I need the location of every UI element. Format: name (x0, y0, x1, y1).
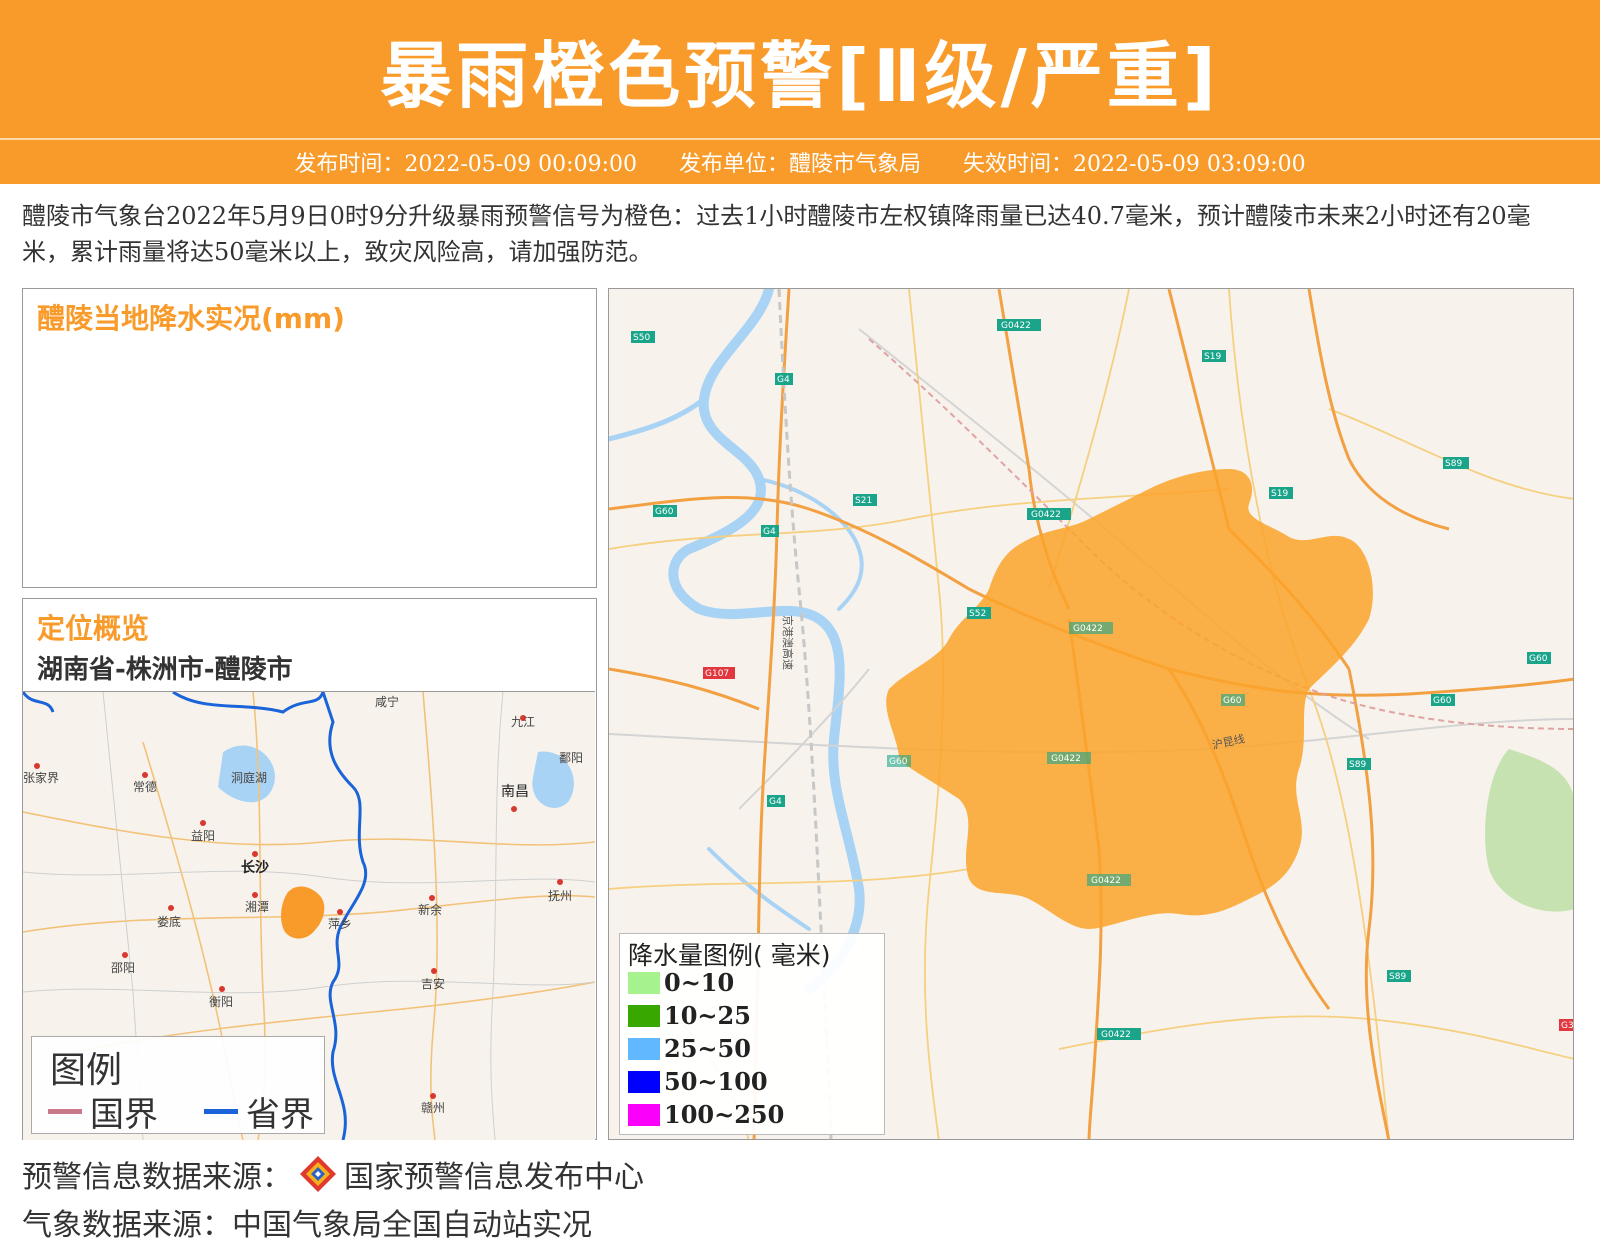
legend-item: 100~250 (628, 1100, 784, 1129)
precipitation-legend: 降水量图例( 毫米) 0~10 10~25 25~50 50~100 100~2… (619, 933, 885, 1135)
overview-map[interactable]: 咸宁 九江 张家界 常德 洞庭湖 鄱阳 南昌 益阳 长沙 湘潭 娄底 萍乡 新余… (23, 691, 595, 1140)
location-panel-title: 定位概览 (37, 612, 150, 645)
legend-swatch (628, 1070, 660, 1093)
publish-time: 发布时间：2022-05-09 00:09:00 (294, 152, 637, 177)
svg-text:G4: G4 (769, 797, 782, 807)
svg-text:S50: S50 (633, 333, 650, 343)
expire-time: 失效时间：2022-05-09 03:09:00 (963, 152, 1306, 177)
svg-text:S19: S19 (1204, 352, 1221, 362)
city-label: 衡阳 (209, 995, 233, 1009)
legend-item-province-border: 省界 (204, 1087, 314, 1136)
legend-title: 图例 (50, 1050, 123, 1091)
city-label: 鄱阳 (559, 751, 583, 765)
city-label: 新余 (418, 902, 442, 917)
warning-banner: 暴雨橙色预警[Ⅱ级/严重] (0, 0, 1600, 138)
rain-panel: 醴陵当地降水实况(mm) (22, 288, 597, 588)
city-label: 九江 (511, 715, 535, 729)
city-label: 邵阳 (111, 961, 135, 975)
svg-text:G0422: G0422 (1073, 624, 1103, 634)
precipitation-legend-title: 降水量图例( 毫米) (628, 941, 831, 970)
svg-text:G60: G60 (1223, 696, 1242, 706)
warning-meta-bar: 发布时间：2022-05-09 00:09:00 发布单位：醴陵市气象局 失效时… (0, 138, 1600, 184)
location-path: 湖南省-株洲市-醴陵市 (37, 655, 293, 685)
warning-source-label: 预警信息数据来源： (22, 1160, 292, 1195)
main-map[interactable]: S50 G0422 S19 G4 S89 G60 S21 G0422 S19 G… (608, 288, 1574, 1140)
svg-text:S21: S21 (855, 496, 872, 506)
svg-text:G0422: G0422 (1091, 876, 1121, 886)
legend-swatch (628, 1004, 660, 1027)
location-panel: 定位概览 湖南省-株洲市-醴陵市 咸宁 九江 张家界 常德 洞庭湖 鄱阳 南昌 … (22, 598, 597, 1140)
legend-swatch (628, 1037, 660, 1060)
city-label: 益阳 (191, 829, 215, 843)
svg-text:G4: G4 (777, 375, 790, 385)
overview-map-legend: 图例 国界 省界 (31, 1036, 325, 1136)
svg-text:G60: G60 (655, 507, 674, 517)
city-label: 吉安 (421, 976, 445, 991)
warning-source: 预警信息数据来源： 国家预警信息发布中心 (22, 1152, 644, 1196)
svg-text:G60: G60 (1433, 696, 1452, 706)
rail-label: 京港澳高速 (781, 615, 795, 670)
svg-text:G3: G3 (1561, 1021, 1574, 1031)
city-label: 洞庭湖 (231, 770, 267, 785)
city-label: 咸宁 (375, 694, 399, 709)
svg-text:G0422: G0422 (1001, 321, 1031, 331)
warning-center-logo-icon (300, 1156, 336, 1192)
svg-text:G4: G4 (763, 527, 776, 537)
city-label: 常德 (133, 779, 157, 794)
city-label: 抚州 (548, 889, 572, 903)
city-label: 长沙 (241, 859, 269, 876)
national-border-swatch (48, 1109, 82, 1114)
city-label: 张家界 (23, 770, 59, 785)
legend-item: 50~100 (628, 1067, 768, 1096)
weather-source: 气象数据来源：中国气象局全国自动站实况 (22, 1208, 592, 1243)
city-label: 湘潭 (245, 899, 269, 914)
legend-swatch (628, 1103, 660, 1126)
city-label: 赣州 (421, 1101, 445, 1115)
legend-item: 25~50 (628, 1034, 751, 1063)
svg-text:G0422: G0422 (1051, 754, 1081, 764)
svg-text:G107: G107 (705, 669, 729, 679)
warning-description: 醴陵市气象台2022年5月9日0时9分升级暴雨预警信号为橙色：过去1小时醴陵市左… (22, 202, 1531, 266)
warning-title: 暴雨橙色预警[Ⅱ级/严重] (380, 33, 1220, 118)
svg-text:S89: S89 (1389, 972, 1406, 982)
svg-text:S52: S52 (969, 609, 986, 619)
legend-item-national-border: 国界 (48, 1087, 158, 1136)
city-label: 萍乡 (328, 917, 352, 931)
legend-swatch (628, 971, 660, 994)
city-label: 南昌 (501, 784, 529, 800)
legend-item: 0~10 (628, 968, 734, 997)
svg-text:G0422: G0422 (1101, 1030, 1131, 1040)
warning-source-name: 国家预警信息发布中心 (344, 1160, 644, 1195)
svg-text:S89: S89 (1349, 760, 1366, 770)
svg-text:G0422: G0422 (1031, 510, 1061, 520)
city-label: 娄底 (157, 914, 181, 929)
rain-panel-title: 醴陵当地降水实况(mm) (37, 302, 345, 335)
svg-text:S89: S89 (1445, 459, 1462, 469)
publisher: 发布单位：醴陵市气象局 (678, 152, 921, 177)
svg-text:S19: S19 (1271, 489, 1288, 499)
svg-text:G60: G60 (1529, 654, 1548, 664)
legend-item: 10~25 (628, 1001, 751, 1030)
province-border-swatch (204, 1109, 238, 1114)
svg-text:G60: G60 (889, 757, 908, 767)
